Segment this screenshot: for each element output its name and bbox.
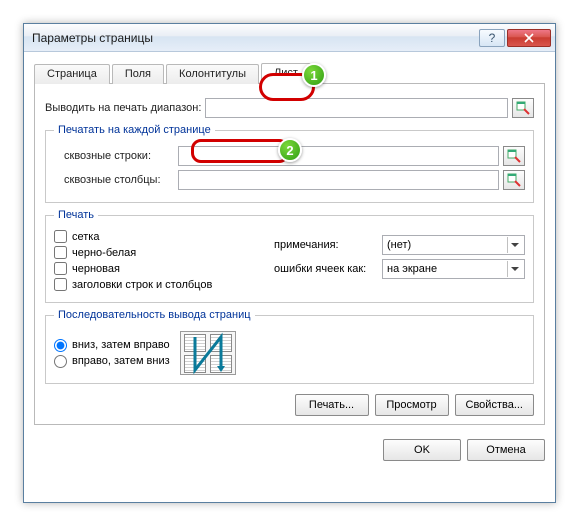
repeat-cols-label: сквозные столбцы: [64, 174, 174, 186]
draft-label: черновая [72, 263, 120, 275]
annotation-badge-1: 1 [302, 63, 326, 87]
grid-label: сетка [72, 231, 99, 243]
print-group: Печать сетка черно-белая черновая заголо… [45, 209, 534, 303]
repeat-rows-input[interactable] [178, 146, 499, 166]
errors-value: на экране [387, 263, 437, 275]
print-range-row: Выводить на печать диапазон: [45, 98, 534, 118]
repeat-cols-picker-button[interactable] [503, 170, 525, 190]
right-down-radio[interactable] [54, 355, 67, 368]
order-group: Последовательность вывода страниц вниз, … [45, 309, 534, 384]
preview-button[interactable]: Просмотр [375, 394, 449, 416]
bw-label: черно-белая [72, 247, 136, 259]
print-range-input[interactable] [205, 98, 508, 118]
tab-headers[interactable]: Колонтитулы [166, 64, 259, 84]
down-right-label: вниз, затем вправо [72, 339, 170, 351]
repeat-rows-picker-button[interactable] [503, 146, 525, 166]
repeat-legend: Печатать на каждой странице [54, 124, 215, 136]
comments-select[interactable]: (нет) [382, 235, 525, 255]
repeat-rows-label: сквозные строки: [64, 150, 174, 162]
props-button[interactable]: Свойства... [455, 394, 534, 416]
dialog-buttons: OK Отмена [34, 439, 545, 461]
repeat-cols-row: сквозные столбцы: [64, 170, 525, 190]
repeat-cols-input[interactable] [178, 170, 499, 190]
dialog-content: Страница Поля Колонтитулы Лист Выводить … [24, 52, 555, 471]
print-legend: Печать [54, 209, 98, 221]
page-order-icon [180, 331, 236, 375]
draft-checkbox[interactable] [54, 262, 67, 275]
close-button[interactable] [507, 29, 551, 47]
chevron-down-icon [507, 261, 522, 277]
tab-strip: Страница Поля Колонтитулы Лист [34, 60, 545, 84]
comments-label: примечания: [274, 239, 382, 251]
errors-label: ошибки ячеек как: [274, 263, 382, 275]
order-legend: Последовательность вывода страниц [54, 309, 255, 321]
action-buttons: Печать... Просмотр Свойства... [45, 394, 534, 416]
help-button[interactable]: ? [479, 29, 505, 47]
right-down-label: вправо, затем вниз [72, 355, 170, 367]
tab-page[interactable]: Страница [34, 64, 110, 84]
titlebar: Параметры страницы ? [24, 24, 555, 52]
grid-checkbox[interactable] [54, 230, 67, 243]
page-setup-dialog: Параметры страницы ? Страница Поля Колон… [23, 23, 556, 503]
print-button[interactable]: Печать... [295, 394, 369, 416]
sheet-pane: Выводить на печать диапазон: Печатать на… [34, 84, 545, 425]
tab-fields[interactable]: Поля [112, 64, 164, 84]
bw-checkbox[interactable] [54, 246, 67, 259]
annotation-badge-2: 2 [278, 138, 302, 162]
chevron-down-icon [507, 237, 522, 253]
print-range-label: Выводить на печать диапазон: [45, 102, 201, 114]
comments-value: (нет) [387, 239, 411, 251]
rcheaders-label: заголовки строк и столбцов [72, 279, 212, 291]
window-title: Параметры страницы [32, 31, 477, 45]
print-range-picker-button[interactable] [512, 98, 534, 118]
rcheaders-checkbox[interactable] [54, 278, 67, 291]
cancel-button[interactable]: Отмена [467, 439, 545, 461]
repeat-group: Печатать на каждой странице сквозные стр… [45, 124, 534, 203]
ok-button[interactable]: OK [383, 439, 461, 461]
down-right-radio[interactable] [54, 339, 67, 352]
errors-select[interactable]: на экране [382, 259, 525, 279]
